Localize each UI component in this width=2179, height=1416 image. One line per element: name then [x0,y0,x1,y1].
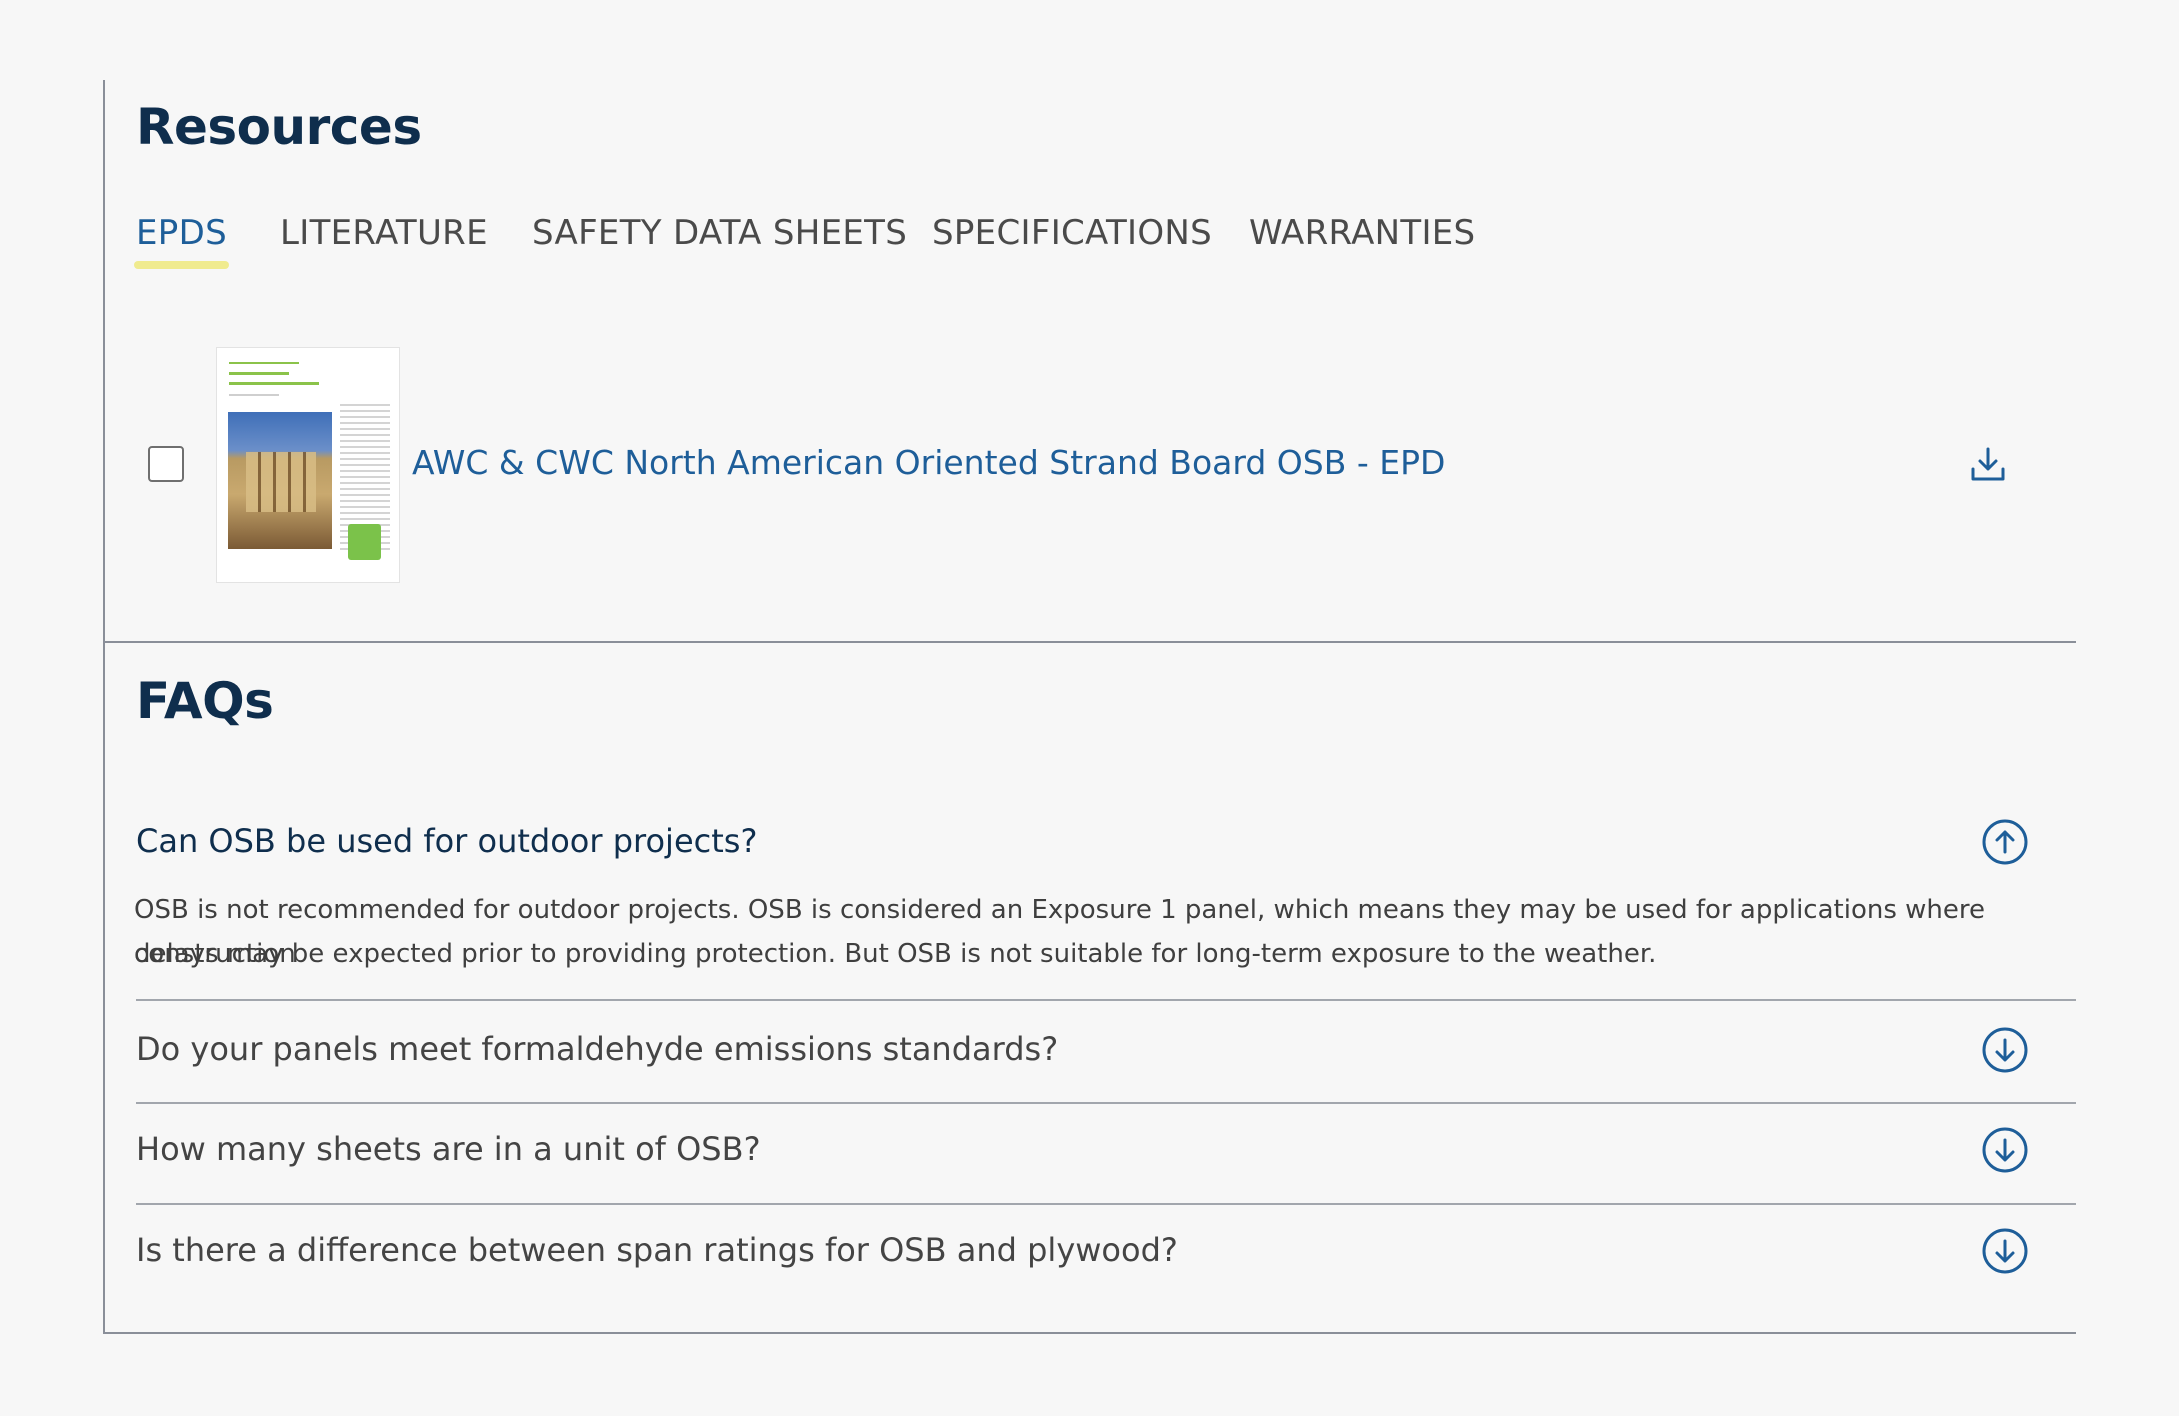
resource-title-link[interactable]: AWC & CWC North American Oriented Strand… [412,443,1445,482]
faq-question[interactable]: Can OSB be used for outdoor projects? [136,822,757,860]
tab-warranties[interactable]: WARRANTIES [1249,213,1475,253]
tab-epds[interactable]: EPDS [134,213,229,269]
faq-separator [136,1203,2076,1205]
arrow-down-circle-icon[interactable] [1981,1126,2029,1174]
faq-question[interactable]: Is there a difference between span ratin… [136,1231,1178,1269]
arrow-down-circle-icon[interactable] [1981,1227,2029,1275]
tab-safety-data-sheets[interactable]: SAFETY DATA SHEETS [532,213,907,253]
faqs-heading: FAQs [136,672,274,730]
arrow-up-circle-icon[interactable] [1981,818,2029,866]
section-divider [103,641,2076,643]
resource-item: AWC & CWC North American Oriented Strand… [136,347,2036,583]
faq-separator [136,1102,2076,1104]
resources-heading: Resources [136,98,422,156]
faq-separator [136,999,2076,1001]
faq-question[interactable]: Do your panels meet formaldehyde emissio… [136,1030,1058,1068]
arrow-down-circle-icon[interactable] [1981,1026,2029,1074]
faq-question[interactable]: How many sheets are in a unit of OSB? [136,1130,761,1168]
download-icon[interactable] [1968,445,2008,485]
document-thumbnail[interactable] [216,347,400,583]
tab-specifications[interactable]: SPECIFICATIONS [932,213,1212,253]
tab-literature[interactable]: LITERATURE [280,213,488,253]
resource-checkbox[interactable] [148,446,184,482]
faq-answer-line: delays may be expected prior to providin… [134,939,1657,969]
